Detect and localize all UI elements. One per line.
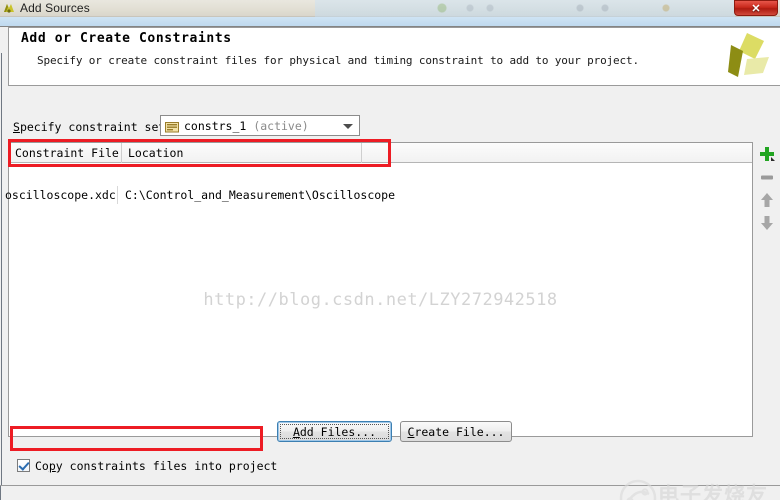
- column-header-constraint-file[interactable]: Constraint File: [9, 142, 122, 163]
- add-files-mnemonic: A: [292, 424, 300, 439]
- blog-watermark: http://blog.csdn.net/LZY272942518: [203, 290, 558, 310]
- table-row[interactable]: oscilloscope.xdc C:\Control_and_Measurem…: [5, 186, 752, 204]
- vivado-app-icon: [2, 1, 16, 15]
- window-subbar: [0, 17, 780, 43]
- screen-root: Add Sources ✕ Add or Create Constraints …: [0, 0, 780, 500]
- window-titlebar: Add Sources ✕: [0, 0, 780, 17]
- constraint-set-label-mnemonic: S: [13, 120, 20, 134]
- table-body: oscilloscope.xdc C:\Control_and_Measurem…: [5, 163, 752, 436]
- remove-icon[interactable]: [757, 167, 777, 187]
- background-toolbar-ghost: [430, 1, 740, 15]
- dialog-footer: [0, 486, 780, 500]
- add-files-label-rest: dd Files...: [299, 424, 377, 439]
- table-tool-strip: [754, 142, 780, 437]
- copy-label-c: y constraints files into project: [55, 458, 278, 473]
- copy-label-mnemonic: p: [48, 458, 56, 473]
- constraint-files-table: Constraint File Location oscilloscope.xd…: [5, 142, 753, 437]
- add-icon[interactable]: [757, 144, 777, 164]
- constraint-set-label: Specify constraint set:: [13, 120, 172, 134]
- column-header-filler: [362, 143, 752, 163]
- constraint-set-label-rest: pecify constraint set:: [19, 120, 173, 134]
- page-title: Add or Create Constraints: [21, 31, 232, 46]
- column-header-location[interactable]: Location: [122, 142, 362, 163]
- cell-location: C:\Control_and_Measurement\Oscilloscope: [125, 188, 396, 202]
- copy-constraints-label: Copy constraints files into project: [35, 459, 277, 473]
- chevron-down-icon[interactable]: [343, 124, 353, 129]
- add-files-label: Add Files...: [293, 425, 376, 439]
- copy-constraints-row[interactable]: Copy constraints files into project: [17, 457, 277, 474]
- table-header-row: Constraint File Location: [9, 142, 752, 163]
- create-file-label-rest: reate File...: [414, 424, 505, 439]
- constraint-set-value: constrs_1: [184, 118, 247, 133]
- move-down-icon[interactable]: [757, 213, 777, 233]
- close-button[interactable]: ✕: [734, 0, 778, 16]
- constraint-set-dropdown[interactable]: constrs_1 (active): [160, 115, 360, 136]
- window-title: Add Sources: [20, 1, 90, 15]
- move-up-icon[interactable]: [757, 190, 777, 210]
- create-file-button[interactable]: Create File...: [400, 421, 512, 442]
- add-sources-dialog: Add or Create Constraints Specify or cre…: [0, 26, 780, 500]
- copy-label-a: Co: [35, 458, 49, 473]
- constraint-set-state: (active): [253, 118, 309, 133]
- dialog-left-border: [1, 53, 2, 500]
- page-subtitle: Specify or create constraint files for p…: [37, 54, 639, 67]
- constraint-set-icon: [165, 120, 179, 132]
- copy-constraints-checkbox[interactable]: [17, 459, 30, 472]
- wizard-header: Add or Create Constraints Specify or cre…: [8, 27, 780, 86]
- create-file-label: Create File...: [408, 425, 505, 439]
- add-files-button[interactable]: Add Files...: [277, 421, 392, 442]
- xilinx-vivado-logo: [717, 29, 775, 85]
- cell-constraint-file: oscilloscope.xdc: [5, 186, 118, 204]
